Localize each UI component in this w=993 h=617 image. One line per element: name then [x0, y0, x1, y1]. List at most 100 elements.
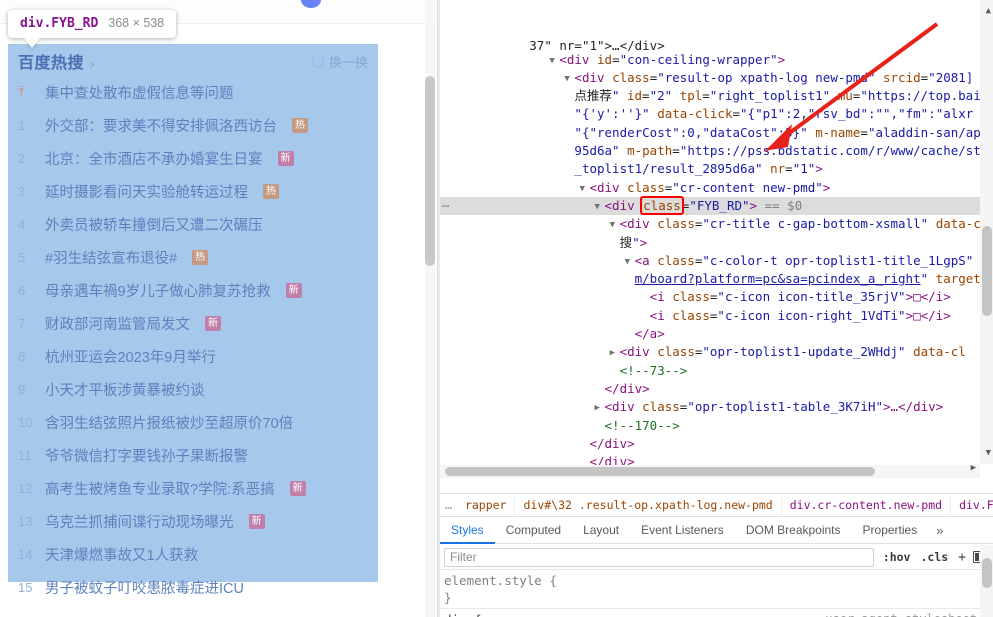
dom-node[interactable]: <!--170--> — [440, 417, 993, 435]
style-rule[interactable]: element.style {} — [440, 570, 993, 609]
styles-filter-input[interactable] — [444, 547, 874, 567]
dom-node[interactable]: 37" nr="1">…</div> — [440, 37, 993, 53]
dom-token: "result-op xpath-log new-pmd" — [657, 69, 876, 85]
hotsearch-item[interactable]: 6 母亲遇车禍9岁儿子做心肺复苏抢救新 — [18, 274, 368, 307]
style-rule[interactable]: div {user agent stylesheet — [440, 609, 993, 617]
dom-tree-vscrollbar-thumb[interactable] — [982, 226, 992, 316]
dom-indent — [444, 418, 595, 433]
dom-node[interactable]: <!--73--> — [440, 362, 993, 380]
sidebar-tab-bar: Styles Computed Layout Event Listeners DOM B… — [440, 518, 993, 544]
scroll-right-arrow-icon[interactable]: ▶ — [971, 459, 976, 477]
expand-triangle-right-icon[interactable] — [610, 344, 620, 362]
tab-event-listeners[interactable]: Event Listeners — [630, 518, 735, 544]
hotsearch-item[interactable]: 4 外卖员被轿车撞倒后又遭二次碾压 — [18, 208, 368, 241]
dom-node[interactable]: <div class="opr-toplist1-update_2WHdj" d… — [440, 343, 993, 361]
expand-triangle-down-icon[interactable] — [610, 216, 620, 234]
dom-node[interactable]: _toplist1/result_2895d6a" nr="1"> — [440, 160, 993, 178]
hov-button[interactable]: :hov — [878, 548, 916, 566]
hotsearch-item[interactable]: 13 乌克兰抓捕间谍行动现场曝光新 — [18, 505, 368, 538]
dom-tree-hscrollbar-thumb[interactable] — [445, 467, 875, 476]
dom-node[interactable]: "{"renderCost":0,"dataCost":5}" m-name="… — [440, 124, 993, 142]
dom-token: class — [612, 69, 650, 85]
new-style-rule-button[interactable]: + — [953, 548, 971, 567]
page-scrollbar-thumb[interactable] — [425, 76, 435, 266]
dom-token: <!--73--> — [619, 362, 688, 378]
expand-triangle-down-icon[interactable] — [625, 253, 635, 271]
dom-token: "c-icon icon-title_35rjV" — [717, 289, 906, 305]
styles-vscrollbar-thumb[interactable] — [982, 558, 992, 588]
scroll-up-arrow-icon[interactable]: ▲ — [986, 2, 991, 20]
hotsearch-item[interactable]: 7 财政部河南监管局发文新 — [18, 307, 368, 340]
dom-token: > — [815, 161, 823, 177]
dom-node[interactable]: 95d6a" m-path="https://pss.bdstatic.com/… — [440, 142, 993, 160]
tab-styles[interactable]: Styles — [440, 518, 495, 544]
breadcrumb-item[interactable]: div.FYB_RD — [951, 495, 993, 515]
hotsearch-item[interactable]: 15 男子被蚊子叮咬患脓毒症进ICU — [18, 571, 368, 604]
breadcrumb-item[interactable]: rapper — [457, 495, 516, 515]
hotsearch-item[interactable]: 1 外交部：要求美不得安排佩洛西访台热 — [18, 109, 368, 142]
expand-triangle-down-icon[interactable] — [564, 70, 574, 88]
breadcrumb-item[interactable]: div.cr-content.new-pmd — [782, 495, 952, 515]
dom-node[interactable]: "{'y':''}" data-click="{"p1":2,"rsv_bd":… — [440, 105, 993, 123]
baidu-hotsearch-card[interactable]: 百度热搜 › 换一换 ⤒ 集中查处散布虚假信息等问题 1 外交部：要求美不得安排佩洛西… — [8, 44, 378, 597]
dom-node[interactable]: 搜"> — [440, 234, 993, 252]
dom-indent — [444, 143, 564, 158]
hotsearch-item[interactable]: 9 小天才平板涉黄暴被约谈 — [18, 373, 368, 406]
refresh-button[interactable]: 换一换 — [311, 52, 368, 71]
dom-node[interactable]: m/board?platform=pc&sa=pcindex_a_right" … — [440, 270, 993, 288]
hotsearch-item[interactable]: 10 含羽生结弦照片报纸被炒至超原价70倍 — [18, 406, 368, 439]
styles-toolbar: :hov .cls + — [440, 545, 993, 570]
expand-triangle-down-icon[interactable] — [549, 52, 559, 70]
breadcrumb-item[interactable]: div#\32 .result-op.xpath-log.new-pmd — [515, 495, 782, 515]
dom-node[interactable]: <i class="c-icon icon-title_35rjV">□</i> — [440, 288, 993, 306]
expand-triangle-right-icon[interactable] — [595, 399, 605, 417]
dom-node[interactable]: <i class="c-icon icon-right_1VdTi">□</i> — [440, 307, 993, 325]
hotsearch-item[interactable]: 8 杭州亚运会2023年9月举行 — [18, 340, 368, 373]
dom-node[interactable]: <div class="cr-title c-gap-bottom-xsmall… — [440, 215, 993, 233]
hotsearch-item[interactable]: 12 高考生被烤鱼专业录取?学院:系恶搞新 — [18, 472, 368, 505]
hotsearch-title-link[interactable]: 百度热搜 › — [18, 49, 95, 73]
style-rule-selector[interactable]: element.style { — [444, 572, 993, 589]
dom-token: m-path — [619, 143, 673, 159]
dom-node[interactable]: <div class="cr-content new-pmd"> — [440, 179, 993, 197]
dom-indent — [444, 70, 564, 85]
dom-token: > — [749, 197, 758, 213]
dom-node-selected[interactable]: ⋯ <div class="FYB_RD"> == $0 — [440, 195, 993, 216]
dom-tree[interactable]: 37" nr="1">…</div> <div id="con-ceiling-… — [440, 0, 993, 478]
dom-token: = — [732, 106, 741, 122]
dom-node[interactable]: <a class="c-color-t opr-toplist1-title_1… — [440, 252, 993, 270]
breadcrumb: … rapper div#\32 .result-op.xpath-log.new-… — [440, 493, 993, 517]
dom-node[interactable]: <div id="con-ceiling-wrapper"> — [440, 51, 993, 69]
dom-token: class — [642, 399, 680, 415]
dom-node[interactable]: <div class="opr-toplist1-table_3K7iH">…<… — [440, 398, 993, 416]
style-rule-origin[interactable]: user agent stylesheet — [825, 611, 977, 617]
dom-node[interactable]: 点推荐" id="2" tpl="right_toplist1" mu="htt… — [440, 87, 993, 105]
dom-indent — [444, 344, 610, 359]
hotsearch-item-text: 延时摄影看问天实验舱转运过程 — [45, 185, 248, 201]
hotsearch-item[interactable]: ⤒ 集中查处散布虚假信息等问题 — [18, 76, 368, 109]
dom-node[interactable]: </a> — [440, 325, 993, 343]
tab-computed[interactable]: Computed — [495, 518, 572, 544]
dom-node[interactable]: <div class="result-op xpath-log new-pmd"… — [440, 69, 993, 87]
no-triangle-icon — [564, 88, 574, 106]
tab-properties[interactable]: Properties — [852, 518, 929, 544]
scroll-down-arrow-icon[interactable]: ▼ — [986, 444, 991, 462]
hotsearch-item[interactable]: 14 天津爆燃事故又1人获救 — [18, 538, 368, 571]
expand-triangle-down-icon[interactable] — [595, 198, 605, 216]
hotsearch-item-text: 集中查处散布虚假信息等问题 — [45, 86, 234, 102]
dom-node[interactable]: </div> — [440, 435, 993, 453]
cls-button[interactable]: .cls — [915, 548, 953, 566]
hotsearch-item[interactable]: 11 爷爷微信打字要钱孙子果断报警 — [18, 439, 368, 472]
dom-node[interactable]: </div> — [440, 380, 993, 398]
breadcrumb-item[interactable]: … — [440, 495, 457, 515]
hotsearch-item[interactable]: 3 延时摄影看问天实验舱转运过程热 — [18, 175, 368, 208]
tab-dom-breakpoints[interactable]: DOM Breakpoints — [735, 518, 852, 544]
devtools-panel: 37" nr="1">…</div> <div id="con-ceiling-… — [440, 0, 993, 617]
hotsearch-item[interactable]: 5 #羽生结弦宣布退役# 热 — [18, 241, 368, 274]
more-tabs-button[interactable]: » — [928, 518, 951, 544]
dom-token: mu — [830, 88, 853, 104]
tab-layout[interactable]: Layout — [572, 518, 630, 544]
expand-triangle-down-icon[interactable] — [579, 180, 589, 198]
dom-token: <div — [574, 69, 613, 85]
hotsearch-item[interactable]: 2 北京：全市酒店不承办婚宴生日宴新 — [18, 142, 368, 175]
